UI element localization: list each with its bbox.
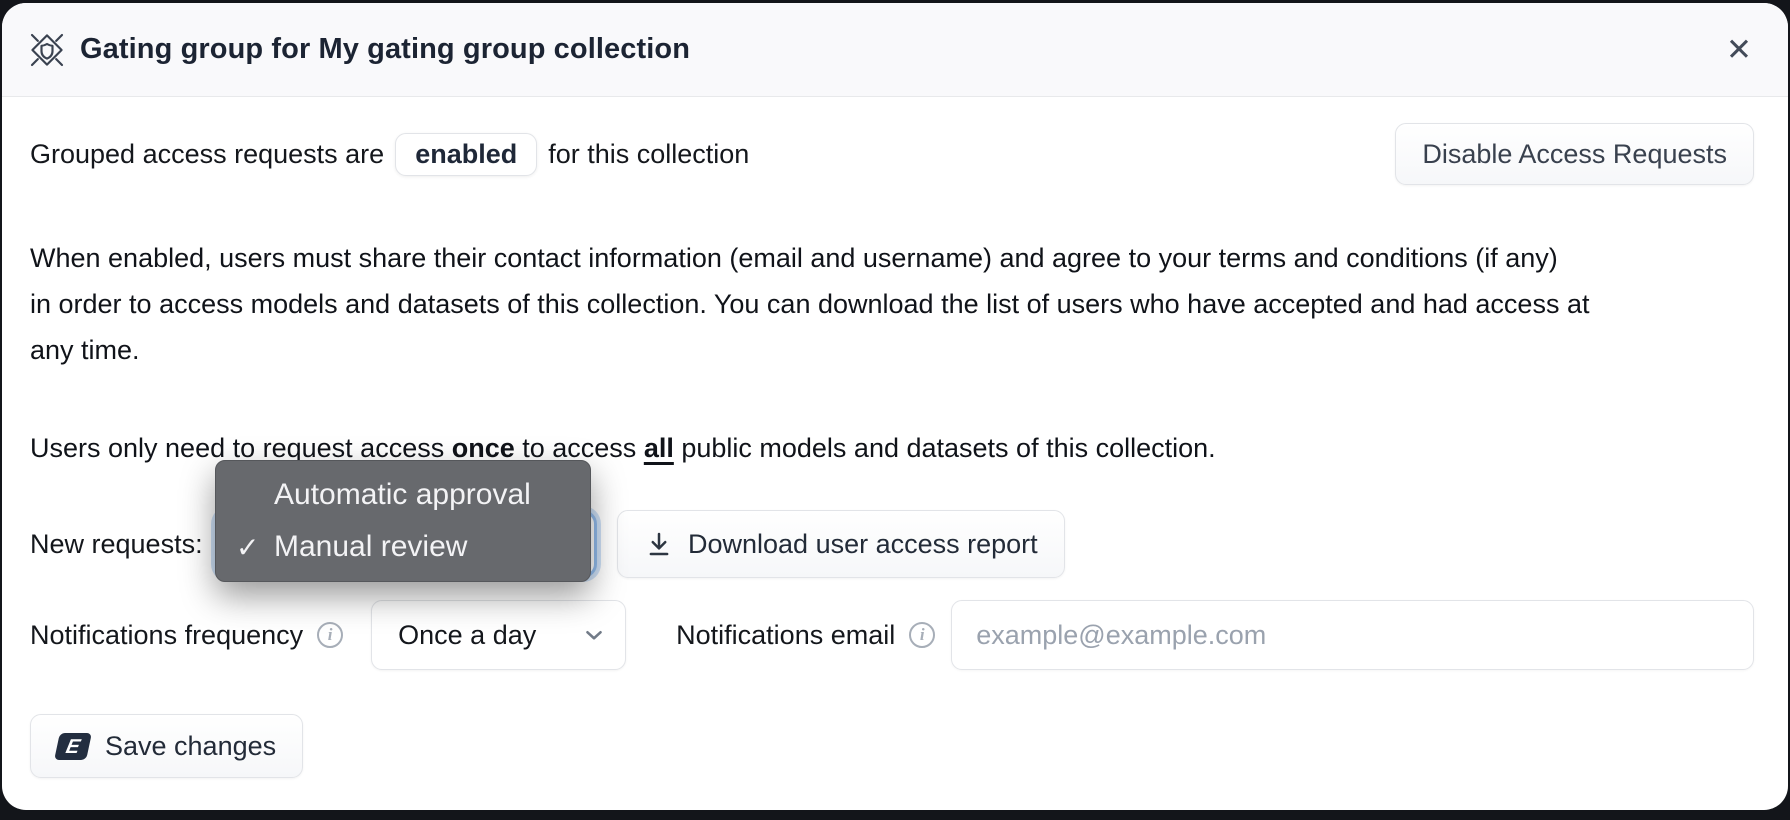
status-text-after: for this collection (548, 139, 749, 170)
gating-group-icon (27, 30, 67, 70)
save-changes-button[interactable]: E Save changes (30, 714, 303, 778)
users-note-text: public models and datasets of this colle… (674, 433, 1216, 463)
users-note-all: all (644, 433, 674, 463)
dropdown-option-manual-review[interactable]: ✓ Manual review (216, 522, 590, 572)
notifications-frequency-label: Notifications frequency (30, 620, 303, 651)
new-requests-dropdown: Automatic approval ✓ Manual review (215, 460, 591, 582)
close-button[interactable]: ✕ (1720, 30, 1758, 69)
download-icon (644, 529, 674, 559)
new-requests-label: New requests: (30, 529, 215, 560)
modal-overlay: { "modal": { "title": "Gating group for … (0, 0, 1790, 820)
users-note-once: once (452, 433, 515, 463)
modal-header: Gating group for My gating group collect… (2, 3, 1788, 97)
status-text: Grouped access requests are enabled for … (30, 133, 749, 176)
notifications-frequency-select[interactable]: Once a day (371, 600, 626, 670)
check-icon: ✓ (236, 531, 274, 564)
chevron-down-icon (581, 622, 607, 648)
new-requests-row: New requests: Download user access repor… (30, 508, 1754, 580)
notifications-email-input[interactable] (951, 600, 1754, 670)
notifications-email-label: Notifications email (676, 620, 895, 651)
status-badge: enabled (395, 133, 537, 176)
dropdown-option-label: Automatic approval (274, 478, 531, 512)
close-icon: ✕ (1726, 32, 1752, 67)
modal-title: Gating group for My gating group collect… (80, 33, 690, 66)
status-row: Grouped access requests are enabled for … (30, 123, 1754, 185)
save-row: E Save changes (30, 714, 1754, 778)
notifications-frequency-value: Once a day (398, 620, 536, 651)
description-line: any time. (30, 327, 1754, 373)
gating-group-modal: Gating group for My gating group collect… (2, 3, 1788, 810)
dropdown-option-automatic-approval[interactable]: Automatic approval (216, 470, 590, 520)
description: When enabled, users must share their con… (30, 235, 1754, 373)
description-line: in order to access models and datasets o… (30, 281, 1754, 327)
users-note-text: Users only need to request access (30, 433, 452, 463)
notifications-row: Notifications frequency i Once a day Not… (30, 600, 1754, 670)
status-text-before: Grouped access requests are (30, 139, 384, 170)
modal-body: Grouped access requests are enabled for … (2, 97, 1788, 810)
frequency-info-icon[interactable]: i (317, 622, 343, 648)
download-report-label: Download user access report (688, 528, 1038, 560)
download-report-button[interactable]: Download user access report (617, 510, 1065, 578)
dropdown-option-label: Manual review (274, 530, 467, 564)
enterprise-icon: E (54, 733, 92, 760)
users-note-text: to access (515, 433, 644, 463)
disable-access-requests-button[interactable]: Disable Access Requests (1395, 123, 1754, 185)
description-line: When enabled, users must share their con… (30, 235, 1754, 281)
save-changes-label: Save changes (105, 730, 276, 762)
email-info-icon[interactable]: i (909, 622, 935, 648)
